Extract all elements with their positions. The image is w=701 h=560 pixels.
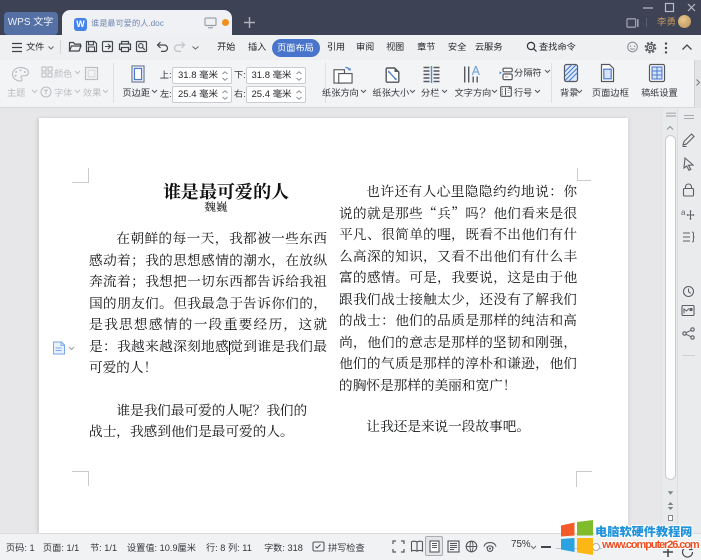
svg-text:a: a: [681, 208, 686, 217]
